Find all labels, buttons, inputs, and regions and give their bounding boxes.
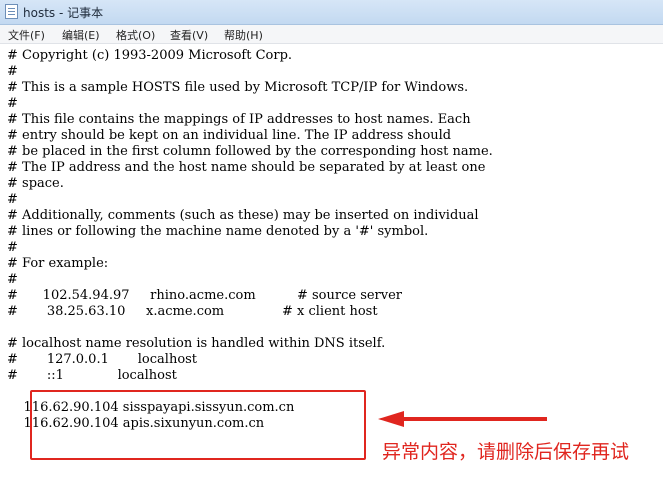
text-line: # Copyright (c) 1993-2009 Microsoft Corp… bbox=[7, 48, 293, 63]
text-line: # 127.0.0.1 localhost bbox=[7, 352, 198, 367]
annotation-note: 异常内容，请删除后保存再试 bbox=[382, 441, 630, 463]
text-line: # be placed in the first column followed… bbox=[7, 144, 493, 159]
text-line: # ::1 localhost bbox=[7, 368, 177, 383]
notepad-icon bbox=[5, 4, 18, 19]
menu-help[interactable]: 帮助(H) bbox=[224, 27, 263, 43]
text-line: # 102.54.94.97 rhino.acme.com # source s… bbox=[7, 288, 403, 303]
text-line: # space. bbox=[7, 176, 64, 191]
text-line: # This file contains the mappings of IP … bbox=[7, 112, 471, 127]
menu-view[interactable]: 查看(V) bbox=[170, 27, 208, 43]
text-line: # bbox=[7, 192, 18, 207]
menu-format[interactable]: 格式(O) bbox=[116, 27, 155, 43]
arrow-shaft bbox=[402, 417, 547, 421]
text-line: # Additionally, comments (such as these)… bbox=[7, 208, 479, 223]
title-bar: hosts - 记事本 bbox=[0, 0, 663, 25]
text-line: # bbox=[7, 64, 18, 79]
text-line: # For example: bbox=[7, 256, 109, 271]
text-line: # localhost name resolution is handled w… bbox=[7, 336, 386, 351]
text-line: # 38.25.63.10 x.acme.com # x client host bbox=[7, 304, 378, 319]
text-line: # bbox=[7, 96, 18, 111]
window-title: hosts - 记事本 bbox=[23, 6, 104, 20]
menu-file[interactable]: 文件(F) bbox=[8, 27, 45, 43]
text-line: # bbox=[7, 272, 18, 287]
highlight-box bbox=[30, 390, 366, 460]
text-line: # lines or following the machine name de… bbox=[7, 224, 429, 239]
text-line: # This is a sample HOSTS file used by Mi… bbox=[7, 80, 469, 95]
menu-bar: 文件(F) 编辑(E) 格式(O) 查看(V) 帮助(H) bbox=[0, 25, 663, 44]
text-line: # entry should be kept on an individual … bbox=[7, 128, 452, 143]
text-line: # bbox=[7, 240, 18, 255]
text-line: # The IP address and the host name shoul… bbox=[7, 160, 486, 175]
menu-edit[interactable]: 编辑(E) bbox=[62, 27, 100, 43]
arrow-icon bbox=[378, 411, 404, 427]
